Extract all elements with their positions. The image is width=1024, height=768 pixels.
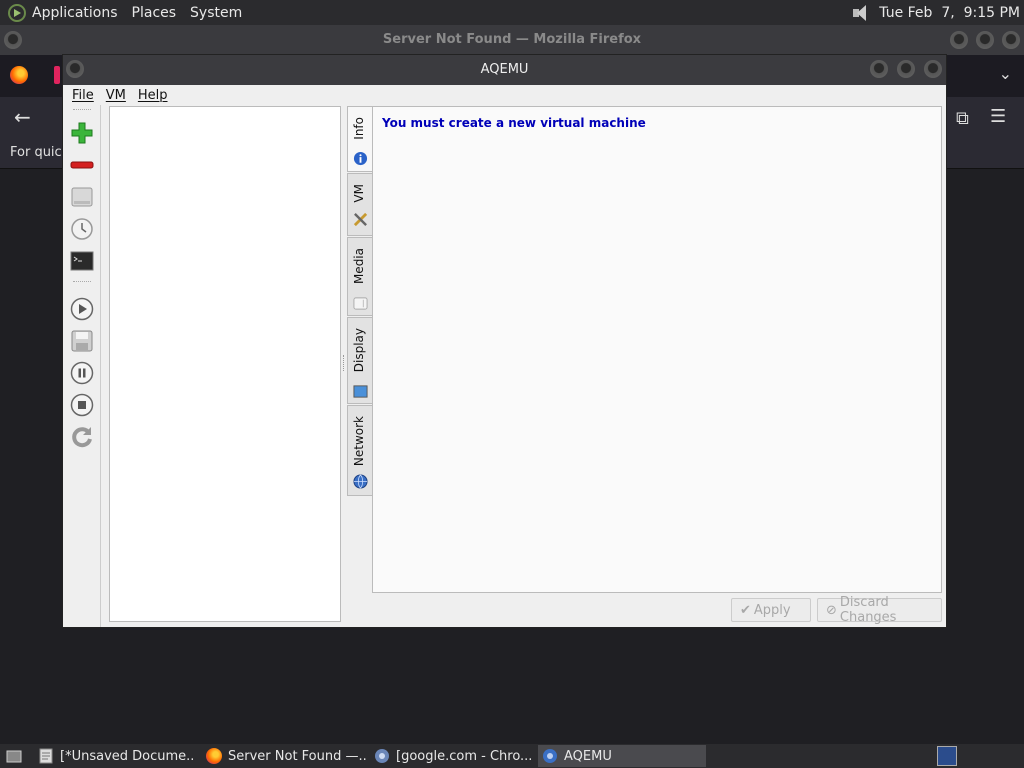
system-menu[interactable]: System	[190, 5, 242, 21]
aqemu-maximize-icon[interactable]	[897, 60, 915, 78]
aqemu-window-menu-icon[interactable]	[66, 60, 84, 78]
discard-changes-button[interactable]: ⊘ Discard Changes	[817, 595, 942, 625]
display-icon	[353, 385, 368, 398]
firefox-tab-list-icon[interactable]: ⌄	[999, 64, 1012, 83]
check-icon: ✔	[740, 602, 751, 618]
firefox-titlebar: Server Not Found — Mozilla Firefox	[0, 25, 1024, 55]
firefox-logo-icon	[10, 66, 28, 84]
applications-menu-icon[interactable]	[8, 3, 26, 22]
clock[interactable]: Tue Feb 7, 9:15 PM	[879, 5, 1020, 21]
aqemu-titlebar[interactable]: AQEMU	[63, 55, 946, 85]
save-icon[interactable]	[68, 327, 96, 355]
firefox-window-title: Server Not Found — Mozilla Firefox	[382, 32, 642, 47]
tab-network[interactable]: Network	[347, 405, 373, 496]
show-desktop-button[interactable]	[2, 745, 24, 767]
cancel-icon: ⊘	[826, 602, 837, 618]
aqemu-window-title: AQEMU	[480, 62, 529, 77]
firefox-close-icon[interactable]	[1002, 31, 1020, 49]
menu-help[interactable]: Help	[138, 88, 168, 103]
menu-vm[interactable]: VM	[106, 88, 126, 103]
vm-toolbar	[63, 105, 101, 627]
taskbar: [*Unsaved Docume... Server Not Found —..…	[0, 744, 1024, 768]
tab-vm[interactable]: VM	[347, 173, 373, 236]
info-panel: You must create a new virtual machine	[372, 106, 942, 593]
back-arrow-icon[interactable]: ←	[14, 105, 31, 129]
workspace-switcher-icon[interactable]	[937, 746, 957, 766]
tab-info[interactable]: Info	[347, 106, 373, 172]
chromium-icon	[375, 749, 389, 763]
task-firefox[interactable]: Server Not Found —...	[202, 745, 368, 767]
volume-icon[interactable]	[851, 4, 871, 22]
firefox-minimize-icon[interactable]	[950, 31, 968, 49]
task-aqemu[interactable]: AQEMU	[538, 745, 706, 767]
play-icon[interactable]	[68, 295, 96, 323]
disk-icon[interactable]	[68, 183, 96, 211]
network-globe-icon	[353, 474, 368, 489]
aqemu-window: AQEMU File VM Help Info VM Media Display…	[62, 54, 947, 628]
top-panel: Applications Places System Tue Feb 7, 9:…	[0, 0, 1024, 25]
info-icon	[353, 151, 368, 166]
aqemu-menubar: File VM Help	[63, 85, 946, 105]
firefox-window-menu-icon[interactable]	[4, 31, 22, 49]
tab-display[interactable]: Display	[347, 317, 373, 404]
text-editor-icon	[39, 748, 53, 764]
task-text-editor[interactable]: [*Unsaved Docume...	[34, 745, 194, 767]
tab-bar: Info VM Media Display Network	[347, 106, 373, 552]
remove-vm-icon[interactable]	[68, 151, 96, 179]
aqemu-taskbar-icon	[543, 749, 557, 763]
tools-icon	[353, 212, 368, 227]
panel-splitter[interactable]	[343, 355, 345, 371]
task-chromium[interactable]: [google.com - Chro...	[370, 745, 536, 767]
pause-icon[interactable]	[68, 359, 96, 387]
info-message: You must create a new virtual machine	[382, 116, 646, 130]
add-vm-icon[interactable]	[68, 119, 96, 147]
tab-media[interactable]: Media	[347, 237, 373, 316]
vm-list[interactable]	[109, 106, 341, 622]
apply-button[interactable]: ✔ Apply	[731, 598, 811, 622]
hamburger-menu-icon[interactable]: ☰	[990, 106, 1006, 127]
menu-file[interactable]: File	[72, 88, 94, 103]
firefox-tab-icon[interactable]	[54, 66, 60, 84]
places-menu[interactable]: Places	[132, 5, 177, 21]
bookmarks-hint-text: For quick	[10, 145, 70, 160]
media-icon	[353, 297, 368, 310]
aqemu-close-icon[interactable]	[924, 60, 942, 78]
extensions-icon[interactable]: ⧉	[956, 108, 969, 129]
applications-menu[interactable]: Applications	[32, 5, 118, 21]
terminal-icon[interactable]	[68, 247, 96, 275]
stop-icon[interactable]	[68, 391, 96, 419]
clock-icon[interactable]	[68, 215, 96, 243]
firefox-taskbar-icon	[206, 748, 222, 764]
reload-icon[interactable]	[68, 423, 96, 451]
desktop-icon	[6, 750, 22, 763]
aqemu-minimize-icon[interactable]	[870, 60, 888, 78]
firefox-maximize-icon[interactable]	[976, 31, 994, 49]
